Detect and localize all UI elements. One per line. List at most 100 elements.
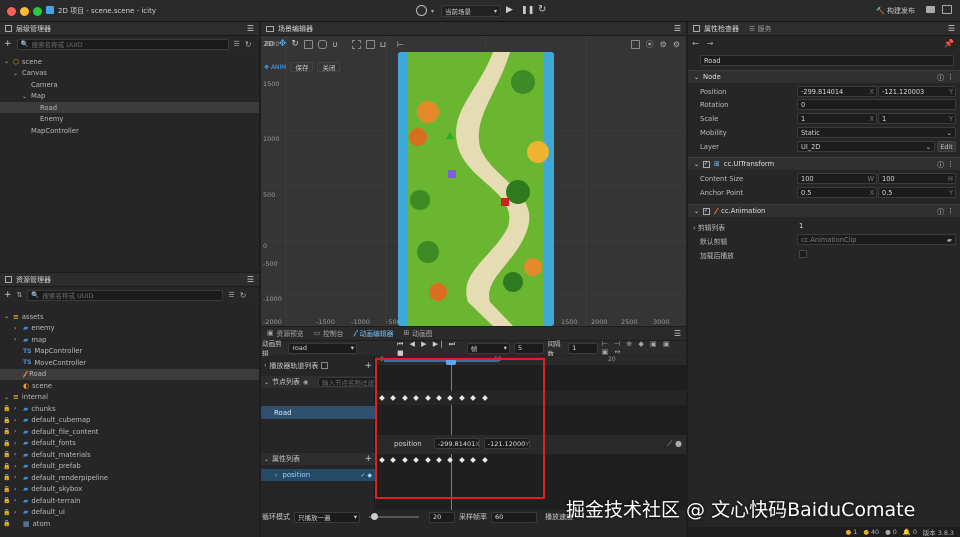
asset-item[interactable]: 🔒 › ▰ default-terrain <box>0 495 259 506</box>
play-on-load-checkbox[interactable] <box>799 250 807 258</box>
asset-item[interactable]: 🔒 › ▰ chunks <box>0 403 259 414</box>
error-count[interactable]: ● 0 <box>885 528 897 536</box>
zoom-input[interactable]: 20 <box>429 511 455 523</box>
play-icon[interactable]: ▶ <box>506 5 513 15</box>
add-asset-icon[interactable]: + <box>4 290 12 300</box>
layer-select[interactable]: UI_2D ⌄ <box>797 141 935 152</box>
pin-icon[interactable]: 📌 <box>944 39 954 48</box>
curve-icon[interactable]: ⟋ ● <box>667 439 682 449</box>
sample-input[interactable]: 60 <box>491 511 537 523</box>
layout-icon[interactable] <box>942 5 952 14</box>
frame-input[interactable]: 5 <box>513 342 544 354</box>
enabled-checkbox[interactable]: ✓ <box>703 207 711 215</box>
tree-node[interactable]: Camera <box>0 79 259 90</box>
zoom-slider-thumb[interactable] <box>371 513 378 520</box>
menu-icon[interactable]: ☰ <box>948 24 955 33</box>
chevron-right-icon[interactable]: ⌄ <box>4 394 10 401</box>
tab-0[interactable]: ▣ 资源预览 <box>267 328 304 338</box>
asset-item[interactable]: 🔒 › ▰ default_prefab <box>0 461 259 472</box>
folder-icon[interactable] <box>926 6 935 13</box>
close-window-button[interactable] <box>7 7 16 16</box>
position-y-input[interactable]: -121.120003 Y <box>878 86 956 97</box>
globe-icon[interactable] <box>416 5 427 16</box>
asset-item[interactable]: 🔒 › ▰ default_cubemap <box>0 415 259 426</box>
chevron-down-icon[interactable]: ⌄ <box>22 93 28 100</box>
add-property-icon[interactable]: + <box>364 454 372 464</box>
refresh-icon[interactable]: ↻ <box>245 40 252 49</box>
help-icon[interactable]: ⓘ <box>937 159 944 169</box>
loop-select[interactable]: 只播放一遍 ▾ <box>294 511 360 523</box>
menu-icon[interactable]: ☰ <box>247 24 254 33</box>
refresh-icon[interactable]: ↻ <box>538 4 546 15</box>
tab-3[interactable]: ⊞ 动画图 <box>403 328 432 338</box>
default-clip-field[interactable]: cc.AnimationClip ▰ <box>797 234 956 245</box>
chevron-right-icon[interactable]: › <box>14 440 20 447</box>
anchor-x-input[interactable]: 0.5 X <box>797 187 877 198</box>
frame-select[interactable]: 帧 ▾ <box>466 342 510 354</box>
asset-item[interactable]: TS MoveController <box>0 357 259 368</box>
menu-icon[interactable]: ☰ <box>247 275 254 284</box>
scale-y-input[interactable]: 1Y <box>878 113 956 124</box>
scale-x-input[interactable]: 1X <box>797 113 877 124</box>
node-filter-input[interactable]: 输入节点名称过滤 <box>318 377 381 387</box>
anim-tool-icons[interactable]: ⊢ ⊣ ⊕ ◆ ▣ ▣ ▣ ↔ <box>602 340 682 356</box>
menu-icon[interactable]: ☰ <box>674 329 681 338</box>
tree-node[interactable]: ⌄ Canvas <box>0 68 259 79</box>
tab-2[interactable]: 𝒻 动画编辑器 <box>353 328 393 339</box>
help-icon[interactable]: ⓘ <box>937 206 944 216</box>
chevron-right-icon[interactable]: › <box>14 325 20 332</box>
clear-icon[interactable] <box>321 362 329 369</box>
more-icon[interactable]: ⋮ <box>947 207 954 215</box>
prop-row-position[interactable]: › position ✓ ◆ <box>261 469 375 481</box>
hierarchy-search-input[interactable]: 🔍 搜索名称或 UUID <box>16 38 229 50</box>
warn-count[interactable]: ● 40 <box>863 528 879 536</box>
node-section-header[interactable]: ⌄ Node ⓘ ⋮ <box>688 70 960 83</box>
chevron-right-icon[interactable]: › <box>14 405 20 412</box>
chevron-right-icon[interactable]: › <box>14 451 20 458</box>
key-icon[interactable]: ✓ ◆ <box>360 472 372 479</box>
asset-item[interactable]: 🔒 › ▰ default_fonts <box>0 438 259 449</box>
zoom-window-button[interactable] <box>33 7 42 16</box>
tab-service[interactable]: ☰ 服务 <box>749 24 772 34</box>
clip-select[interactable]: road ▾ <box>288 342 357 354</box>
tree-node[interactable]: ⌄ ⬡ scene <box>0 56 259 67</box>
asset-item[interactable]: 𝒻 Road <box>0 368 259 380</box>
uitransform-section-header[interactable]: ⌄ ✓ ⊞ cc.UITransform ⓘ ⋮ <box>688 157 960 170</box>
content-width-input[interactable]: 100 W <box>797 173 877 184</box>
more-icon[interactable]: ⋮ <box>947 160 954 168</box>
chevron-down-icon[interactable]: ⌄ <box>13 70 19 77</box>
chevron-right-icon[interactable]: › <box>14 474 20 481</box>
asset-item[interactable]: ⌄ ≡ assets <box>0 311 259 322</box>
animation-section-header[interactable]: ⌄ ✓ 𝒻 cc.Animation ⓘ ⋮ <box>688 204 960 217</box>
refresh-icon[interactable]: ↻ <box>240 291 247 300</box>
asset-item[interactable]: 🔒 › ▰ default_file_content <box>0 426 259 437</box>
add-node-icon[interactable]: + <box>4 39 12 49</box>
layer-edit-button[interactable]: Edit <box>937 141 956 152</box>
collapse-icon[interactable]: ☰ <box>234 40 240 48</box>
build-publish-button[interactable]: 🔨 构建发布 <box>876 6 915 16</box>
asset-item[interactable]: TS MapController <box>0 346 259 357</box>
content-height-input[interactable]: 100 H <box>878 173 956 184</box>
chevron-right-icon[interactable]: › <box>14 509 20 516</box>
collapse-icon[interactable]: ☰ <box>228 291 234 299</box>
asset-item[interactable]: 🔒 › ▰ default_renderpipeline <box>0 472 259 483</box>
chevron-right-icon[interactable]: › <box>14 428 20 435</box>
back-icon[interactable]: ← <box>692 39 699 48</box>
log-count[interactable]: 🔔 0 <box>903 528 917 536</box>
help-icon[interactable]: ⓘ <box>937 72 944 82</box>
chevron-right-icon[interactable]: › <box>14 486 20 493</box>
chevron-right-icon[interactable]: › <box>14 336 20 343</box>
spacing-input[interactable]: 1 <box>568 342 598 354</box>
asset-item[interactable]: › ▰ enemy <box>0 323 259 334</box>
playback-controls[interactable]: ⏮ ◀ ▶ ▶| ⏭ ■ <box>397 340 459 357</box>
asset-item[interactable]: ◐ scene <box>0 380 259 391</box>
node-row-road[interactable]: Road <box>261 406 375 419</box>
chevron-right-icon[interactable]: › <box>14 417 20 424</box>
asset-item[interactable]: ⌄ ≡ internal <box>0 392 259 403</box>
tree-node[interactable]: Road <box>0 102 259 113</box>
pause-icon[interactable]: ❚❚ <box>521 5 534 14</box>
asset-item[interactable]: 🔒 › ▰ default_materials <box>0 449 259 460</box>
tab-1[interactable]: ▭ 控制台 <box>314 328 344 338</box>
folder-icon[interactable]: ▰ <box>947 236 952 244</box>
tree-node[interactable]: Enemy <box>0 114 259 125</box>
